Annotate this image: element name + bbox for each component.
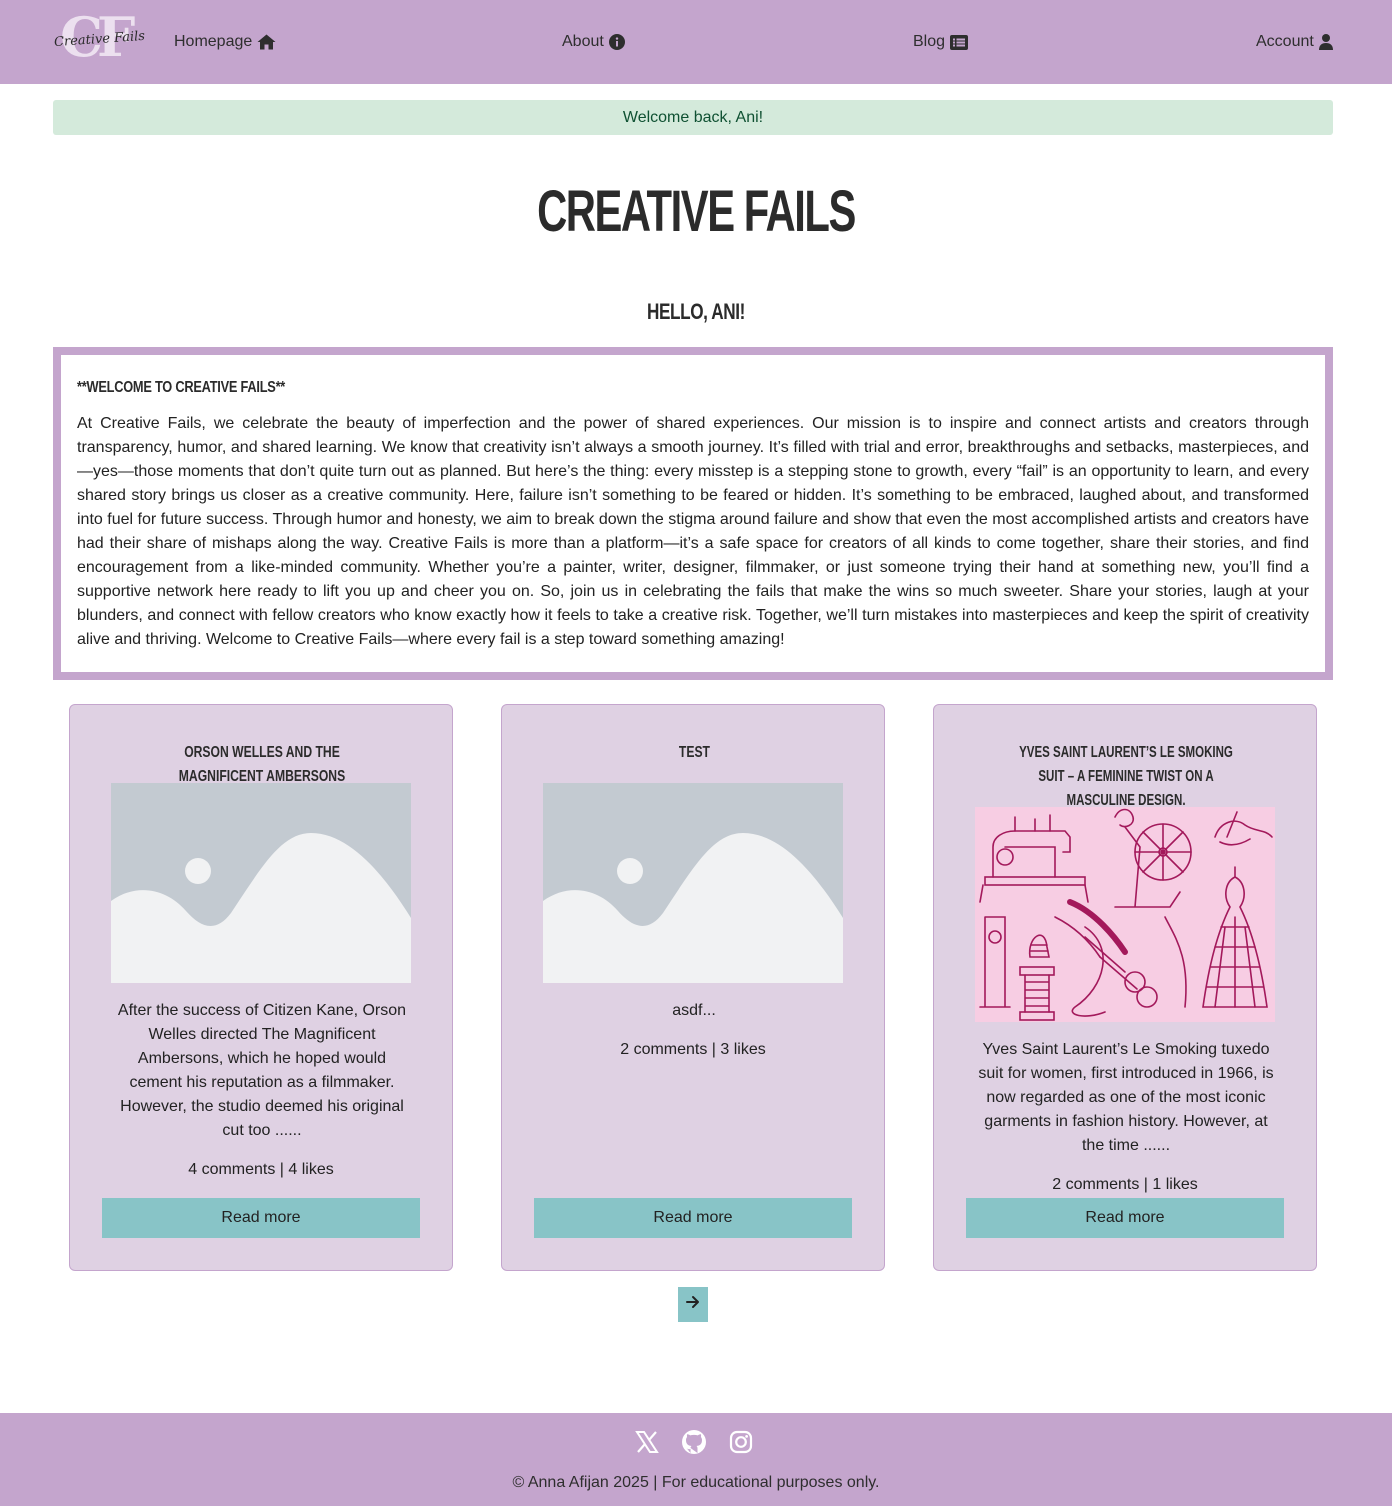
welcome-alert: Welcome back, Ani! [53, 100, 1333, 135]
list-icon [950, 34, 969, 50]
nav-link-about[interactable]: About [562, 31, 625, 53]
post-title[interactable]: Yves Saint Laurent’s Le Smoking Suit – A… [966, 741, 1286, 813]
read-more-button[interactable]: Read more [534, 1198, 852, 1238]
post-meta: 2 comments | 1 likes [1052, 1176, 1198, 1193]
post-title-text: Yves Saint Laurent’s Le Smoking Suit – A… [1019, 744, 1233, 809]
nav-link-account[interactable]: Account [1256, 31, 1333, 53]
intro-text: At Creative Fails, we celebrate the beau… [77, 415, 1309, 648]
read-more-button[interactable]: Read more [966, 1198, 1284, 1238]
post-card: Test asdf... 2 comments | 3 likes Read m… [501, 704, 885, 1271]
read-more-button[interactable]: Read more [102, 1198, 420, 1238]
placeholder-image [111, 783, 411, 983]
user-icon [1318, 34, 1333, 50]
post-excerpt: asdf... [672, 1002, 716, 1019]
footer: © Anna Afijan 2025 | For educational pur… [0, 1413, 1392, 1506]
home-icon [257, 34, 276, 50]
intro-section: **Welcome to Creative Fails** At Creativ… [53, 347, 1333, 680]
sewing-illustration [975, 807, 1275, 1022]
navbar: CF Creative Fails Homepage About Blog Ac… [0, 0, 1392, 84]
post-meta: 2 comments | 3 likes [620, 1041, 766, 1058]
nav-link-account-label: Account [1256, 33, 1314, 50]
nav-link-about-label: About [562, 33, 604, 50]
post-title-text: Orson Welles and The Magnificent Amberso… [178, 744, 346, 785]
nav-link-homepage[interactable]: Homepage [174, 31, 276, 53]
post-title[interactable]: Test [534, 741, 854, 765]
next-page-button[interactable] [678, 1287, 708, 1322]
nav-link-homepage-label: Homepage [174, 33, 253, 50]
post-title[interactable]: Orson Welles and The Magnificent Amberso… [102, 741, 422, 789]
nav-link-blog[interactable]: Blog [913, 31, 969, 53]
greeting-heading: Hello, Ani! [646, 299, 746, 324]
arrow-right-icon [686, 1295, 700, 1314]
x-twitter-icon[interactable] [634, 1429, 660, 1455]
copyright-text: © Anna Afijan 2025 | For educational pur… [512, 1474, 880, 1491]
placeholder-image [543, 783, 843, 983]
post-excerpt: After the success of Citizen Kane, Orson… [117, 1002, 407, 1139]
intro-heading: **Welcome to Creative Fails** [77, 379, 286, 396]
github-icon[interactable] [681, 1429, 707, 1455]
post-excerpt: Yves Saint Laurent’s Le Smoking tuxedo s… [978, 1041, 1274, 1154]
nav-link-blog-label: Blog [913, 33, 946, 50]
site-logo[interactable]: CF Creative Fails [54, 10, 146, 66]
post-title-text: Test [678, 744, 710, 761]
info-circle-icon [608, 34, 625, 50]
page-title: Creative Fails [537, 179, 856, 244]
post-card: Yves Saint Laurent’s Le Smoking Suit – A… [933, 704, 1317, 1271]
post-meta: 4 comments | 4 likes [188, 1161, 334, 1178]
instagram-icon[interactable] [728, 1429, 754, 1455]
post-card: Orson Welles and The Magnificent Amberso… [69, 704, 453, 1271]
